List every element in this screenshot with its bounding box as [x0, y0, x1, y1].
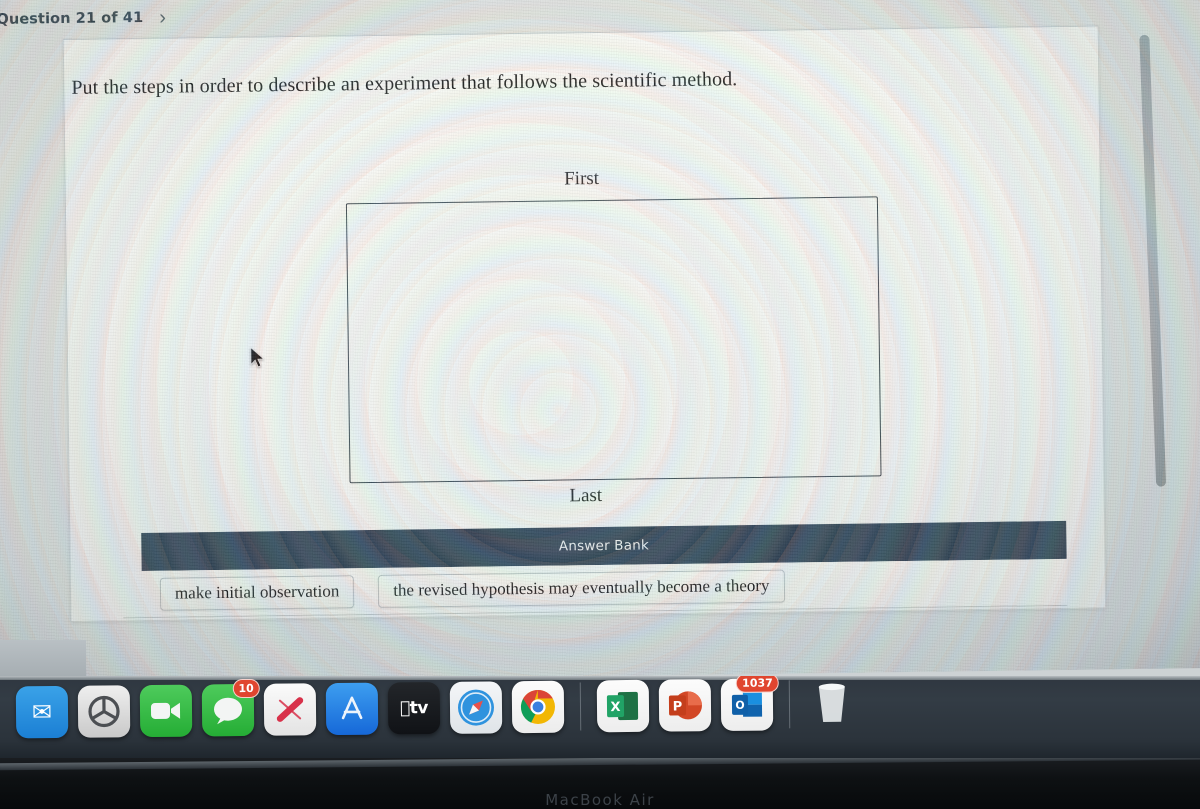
laptop-bezel: MacBook Air: [0, 758, 1200, 809]
dock-item-news[interactable]: [263, 683, 317, 736]
chevron-right-icon[interactable]: ›: [159, 7, 166, 29]
device-model-label: MacBook Air: [545, 791, 655, 809]
outlook-badge: 1037: [736, 676, 779, 693]
svg-text:P: P: [673, 699, 683, 714]
dock-item-trash[interactable]: [806, 678, 859, 731]
dock-item-apple-tv[interactable]: tv: [387, 681, 441, 735]
browser-viewport: Question 21 of 41 › Put the steps in ord…: [0, 0, 1200, 656]
dock-item-powerpoint[interactable]: P: [658, 679, 712, 732]
dock-divider: [788, 680, 791, 729]
safari-icon: [457, 689, 494, 726]
dock-item-mail[interactable]: ✉: [15, 685, 69, 739]
dock-divider: [579, 682, 582, 731]
messages-badge: 10: [232, 678, 260, 699]
scrollbar-thumb[interactable]: [1139, 34, 1167, 487]
ordering-dropzone[interactable]: [345, 196, 882, 484]
dock-item-safari[interactable]: [449, 681, 503, 734]
app-store-icon: [341, 696, 363, 720]
window-top-strip: [0, 0, 1200, 6]
dock-item-excel[interactable]: X: [596, 679, 650, 733]
messages-icon: [214, 697, 243, 725]
facetime-icon: [150, 702, 181, 719]
answer-bank-title: Answer Bank: [558, 537, 650, 555]
mail-icon: ✉: [31, 698, 53, 727]
outlook-icon: O: [731, 692, 763, 717]
dock-item-contacts[interactable]: [77, 685, 131, 738]
scrollbar-track[interactable]: [1195, 16, 1200, 592]
dock-item-facetime[interactable]: [139, 684, 193, 738]
dock-item-app-store[interactable]: [325, 682, 379, 736]
powerpoint-icon: P: [668, 691, 702, 720]
dock-item-chrome[interactable]: [511, 680, 565, 734]
news-icon: [276, 697, 304, 722]
dock-item-outlook[interactable]: O 1037: [720, 676, 779, 732]
answer-chip[interactable]: the revised hypothesis may eventually be…: [378, 569, 785, 608]
laptop-display: Question 21 of 41 › Put the steps in ord…: [0, 0, 1200, 684]
apple-tv-icon: tv: [400, 698, 428, 719]
question-header: Question 21 of 41 ›: [0, 7, 166, 30]
svg-text:X: X: [610, 700, 620, 715]
answer-chip[interactable]: make initial observation: [159, 574, 355, 611]
chrome-icon: [520, 689, 555, 724]
photographed-screen: Question 21 of 41 › Put the steps in ord…: [0, 0, 1200, 809]
contacts-icon: [88, 695, 120, 728]
bezel-hinge: [0, 758, 1200, 771]
svg-text:O: O: [735, 699, 744, 712]
dock-item-messages[interactable]: 10: [201, 678, 260, 737]
question-counter: Question 21 of 41: [0, 9, 144, 28]
trash-icon: [818, 683, 845, 722]
excel-icon: X: [606, 691, 639, 721]
macos-dock: ✉ 10 tv X P O 1037: [0, 676, 1200, 761]
